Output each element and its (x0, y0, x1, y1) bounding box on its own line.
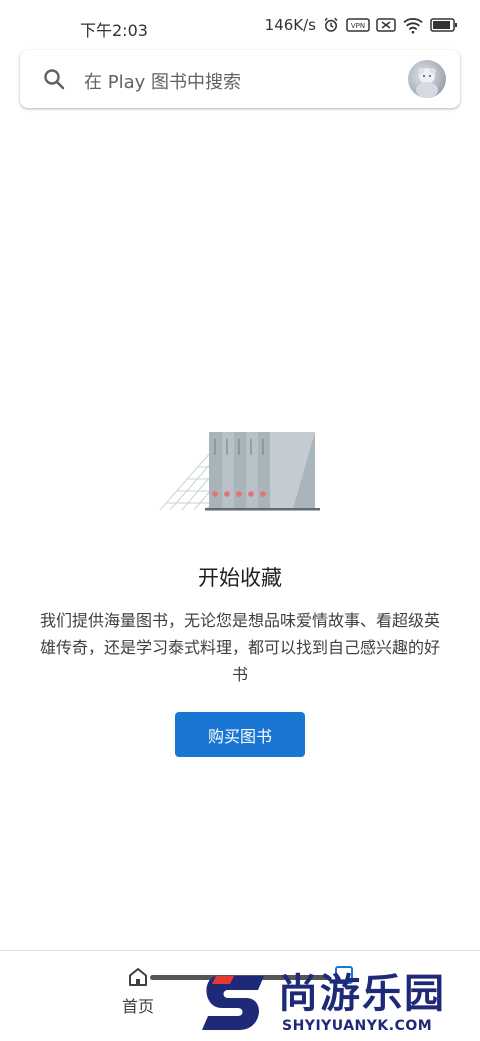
svg-text:VPN: VPN (351, 22, 365, 30)
empty-state-title: 开始收藏 (198, 566, 282, 590)
status-bar: 下午2:03 146K/s VPN (0, 0, 480, 50)
empty-state-description: 我们提供海量图书，无论您是想品味爱情故事、看超级英雄传奇，还是学习泰式料理，都可… (39, 611, 440, 684)
battery-icon (430, 17, 458, 33)
search-icon[interactable] (42, 67, 66, 91)
buy-books-button[interactable]: 购买图书 (175, 712, 305, 757)
search-input[interactable]: 在 Play 图书中搜索 (84, 68, 241, 94)
status-icons: 146K/s VPN (265, 16, 458, 34)
network-speed: 146K/s (264, 16, 316, 34)
status-time: 下午2:03 (80, 21, 148, 40)
wifi-icon (402, 16, 424, 34)
watermark: 尚游乐园 SHYIYUANYK.COM (200, 970, 480, 1040)
nav-home-label: 首页 (121, 997, 154, 1016)
watermark-text: 尚游乐园 (278, 971, 446, 1017)
bookshelf-illustration (159, 432, 320, 511)
nav-home[interactable]: 首页 (112, 965, 164, 1017)
watermark-subtext: SHYIYUANYK.COM (282, 1018, 433, 1034)
search-bar[interactable]: 在 Play 图书中搜索 (20, 50, 460, 108)
vpn-icon: VPN (346, 17, 370, 33)
home-icon[interactable] (126, 965, 150, 989)
avatar[interactable] (408, 60, 446, 98)
watermark-logo-icon (202, 976, 264, 1030)
sim-off-icon (376, 17, 396, 33)
alarm-icon (322, 16, 340, 34)
